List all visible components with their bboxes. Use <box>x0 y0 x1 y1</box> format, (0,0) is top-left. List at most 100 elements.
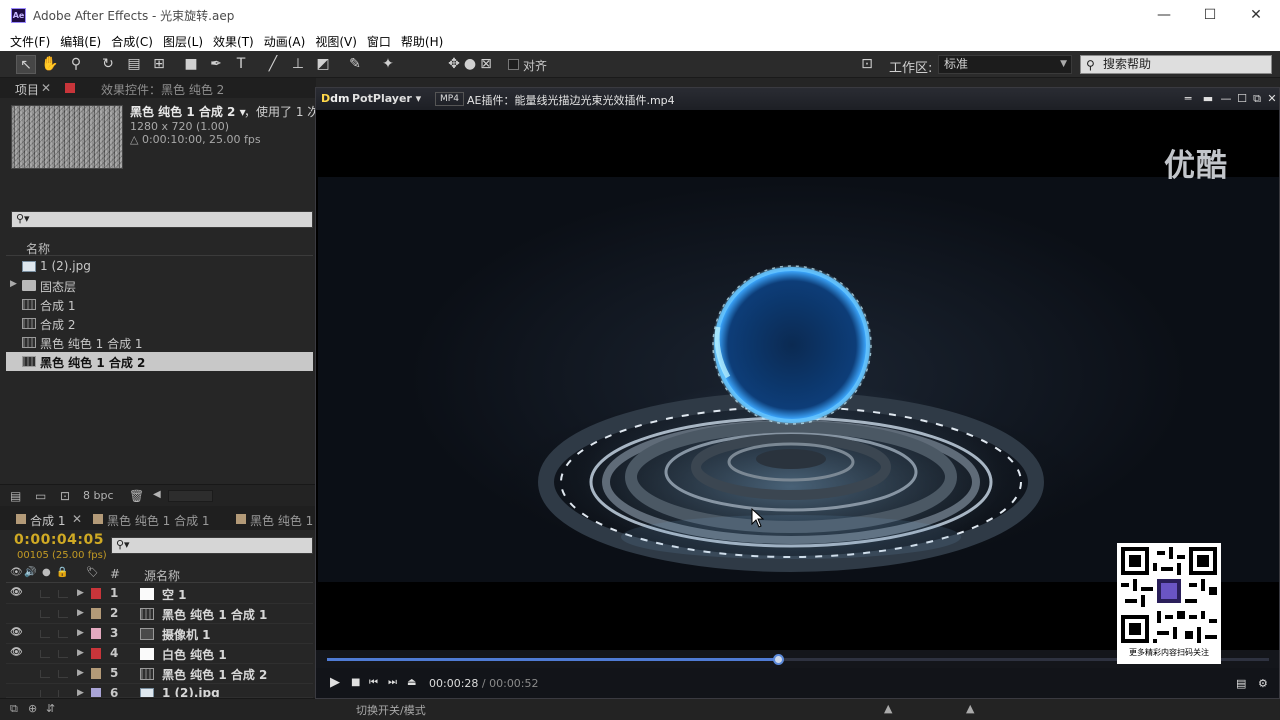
solo-toggle[interactable] <box>40 590 50 598</box>
project-item[interactable]: ▶ 固态层 <box>6 276 313 295</box>
zoom-tool-icon[interactable]: ⚲ <box>66 55 86 74</box>
snap-checkbox[interactable] <box>508 59 519 70</box>
menu-help[interactable]: 帮助(H) <box>396 33 448 50</box>
twirl-right-icon[interactable]: ▶ <box>10 279 17 289</box>
scroll-left-icon[interactable]: ◀ <box>153 489 161 500</box>
maximize-icon[interactable]: ☐ <box>1187 0 1233 31</box>
clone-stamp-tool-icon[interactable]: ⊥ <box>288 55 308 74</box>
solo-toggle[interactable] <box>40 690 50 697</box>
comp-flowchart-icon[interactable]: ⧉ <box>10 702 18 716</box>
settings-icon[interactable]: ⚙ <box>1258 677 1268 690</box>
tab-project[interactable]: 项目 <box>15 81 39 98</box>
interpret-footage-icon[interactable]: ▤ <box>10 489 21 503</box>
label-color-swatch[interactable] <box>91 668 101 679</box>
player-pin-icon[interactable]: ▬ <box>1201 91 1215 107</box>
twirl-right-icon[interactable]: ▶ <box>77 628 84 638</box>
lock-toggle[interactable] <box>58 650 68 658</box>
lock-toggle[interactable] <box>58 690 68 697</box>
menu-layer[interactable]: 图层(L) <box>158 33 208 50</box>
project-item[interactable]: 合成 2 <box>6 314 313 333</box>
project-item-selected[interactable]: 黑色 纯色 1 合成 2 <box>6 352 313 371</box>
column-source-name[interactable]: 源名称 <box>144 567 180 584</box>
roto-brush-tool-icon[interactable]: ✎ <box>345 55 365 74</box>
twirl-right-icon[interactable]: ▶ <box>77 688 84 697</box>
new-comp-icon[interactable]: ⊡ <box>60 489 70 503</box>
axis-view-icon[interactable]: ⊠ <box>476 55 496 74</box>
project-item[interactable]: 黑色 纯色 1 合成 1 <box>6 333 313 352</box>
seek-handle[interactable] <box>773 654 785 665</box>
new-folder-icon[interactable]: ▭ <box>35 489 46 503</box>
menu-edit[interactable]: 编辑(E) <box>55 33 106 50</box>
solo-toggle[interactable] <box>40 650 50 658</box>
camera-orbit-tool-icon[interactable]: ▤ <box>124 55 144 74</box>
menu-window[interactable]: 窗口 <box>362 33 396 50</box>
brush-tool-icon[interactable]: ╱ <box>263 55 283 74</box>
eye-icon[interactable]: 👁 <box>10 627 23 638</box>
layer-row[interactable]: 👁 ▶ 4 白色 纯色 1 <box>6 644 313 664</box>
tab-solid-1[interactable]: 黑色 纯色 1 <box>250 512 313 529</box>
lock-toggle[interactable] <box>58 610 68 618</box>
toggle-switches-modes-button[interactable]: 切换开关/模式 <box>356 702 426 718</box>
project-item[interactable]: 合成 1 <box>6 295 313 314</box>
tab-close-icon[interactable]: ✕ <box>72 512 82 526</box>
column-name[interactable]: 名称 <box>26 240 50 257</box>
current-timecode[interactable]: 0:00:04:05 <box>14 532 104 548</box>
rectangle-tool-icon[interactable]: ■ <box>181 55 201 74</box>
layer-row[interactable]: ▶ 2 黑色 纯色 1 合成 1 <box>6 604 313 624</box>
search-help-input[interactable]: ⚲ 搜索帮助 <box>1080 55 1272 74</box>
render-queue-icon[interactable]: ⊕ <box>28 702 37 715</box>
tab-close-icon[interactable]: ✕ <box>41 81 51 95</box>
eraser-tool-icon[interactable]: ◩ <box>313 55 333 74</box>
next-icon[interactable]: ⏭ <box>388 677 397 688</box>
menu-effect[interactable]: 效果(T) <box>208 33 259 50</box>
text-tool-icon[interactable]: T <box>231 55 251 74</box>
stop-icon[interactable]: ■ <box>351 677 360 688</box>
rotate-tool-icon[interactable]: ↻ <box>98 55 118 74</box>
layer-row[interactable]: 👁 ▶ 3 摄像机 1 <box>6 624 313 644</box>
label-color-swatch[interactable] <box>91 688 101 697</box>
hand-tool-icon[interactable]: ✋ <box>40 55 60 74</box>
playlist-icon[interactable]: ▤ <box>1236 677 1246 690</box>
label-color-swatch[interactable] <box>91 648 101 659</box>
tab-comp-solid-1[interactable]: 黑色 纯色 1 合成 1 <box>107 512 210 529</box>
menu-file[interactable]: 文件(F) <box>5 33 55 50</box>
player-maximize-icon[interactable]: ☐ <box>1235 91 1249 107</box>
trash-icon[interactable]: 🗑 <box>129 489 144 503</box>
workspace-icon[interactable]: ⊡ <box>856 55 878 74</box>
tab-comp-1[interactable]: 合成 1 <box>30 512 65 529</box>
tab-effect-controls[interactable]: 效果控件：黑色 纯色 2 <box>101 81 224 98</box>
player-menu-button[interactable]: PotPlayer ▾ <box>352 92 421 105</box>
graph-editor-icon[interactable]: ⇵ <box>46 702 55 715</box>
label-color-swatch[interactable] <box>91 588 101 599</box>
minimize-icon[interactable]: — <box>1141 0 1187 31</box>
puppet-pin-tool-icon[interactable]: ✦ <box>378 55 398 74</box>
layer-row[interactable]: ▶ 5 黑色 纯色 1 合成 2 <box>6 664 313 684</box>
eye-icon[interactable]: 👁 <box>10 587 23 598</box>
selection-tool-icon[interactable]: ↖ <box>16 55 36 74</box>
menu-composition[interactable]: 合成(C) <box>106 33 158 50</box>
bit-depth-button[interactable]: 8 bpc <box>83 489 114 502</box>
twirl-right-icon[interactable]: ▶ <box>77 648 84 658</box>
layer-row[interactable]: 👁 ▶ 1 空 1 <box>6 584 313 604</box>
project-scrollbar[interactable] <box>168 490 213 502</box>
play-icon[interactable]: ▶ <box>330 675 340 690</box>
player-close-icon[interactable]: ✕ <box>1265 91 1279 107</box>
player-minimize-icon[interactable]: — <box>1219 91 1233 107</box>
twirl-right-icon[interactable]: ▶ <box>77 668 84 678</box>
zoom-out-icon[interactable]: ▲ <box>884 702 892 715</box>
label-color-swatch[interactable] <box>91 628 101 639</box>
project-search-input[interactable]: ⚲▾ <box>11 211 313 228</box>
pan-behind-tool-icon[interactable]: ⊞ <box>149 55 169 74</box>
workspace-dropdown[interactable]: 标准 ▼ <box>938 55 1072 74</box>
solo-toggle[interactable] <box>40 630 50 638</box>
menu-view[interactable]: 视图(V) <box>310 33 362 50</box>
player-menu-icon[interactable]: ═ <box>1181 91 1195 107</box>
lock-toggle[interactable] <box>58 590 68 598</box>
lock-toggle[interactable] <box>58 630 68 638</box>
twirl-right-icon[interactable]: ▶ <box>77 588 84 598</box>
previous-icon[interactable]: ⏮ <box>369 677 378 688</box>
player-fullscreen-icon[interactable]: ⧉ <box>1250 91 1264 107</box>
eye-icon[interactable]: 👁 <box>10 647 23 658</box>
close-icon[interactable]: ✕ <box>1233 0 1279 31</box>
eject-icon[interactable]: ⏏ <box>407 677 416 688</box>
